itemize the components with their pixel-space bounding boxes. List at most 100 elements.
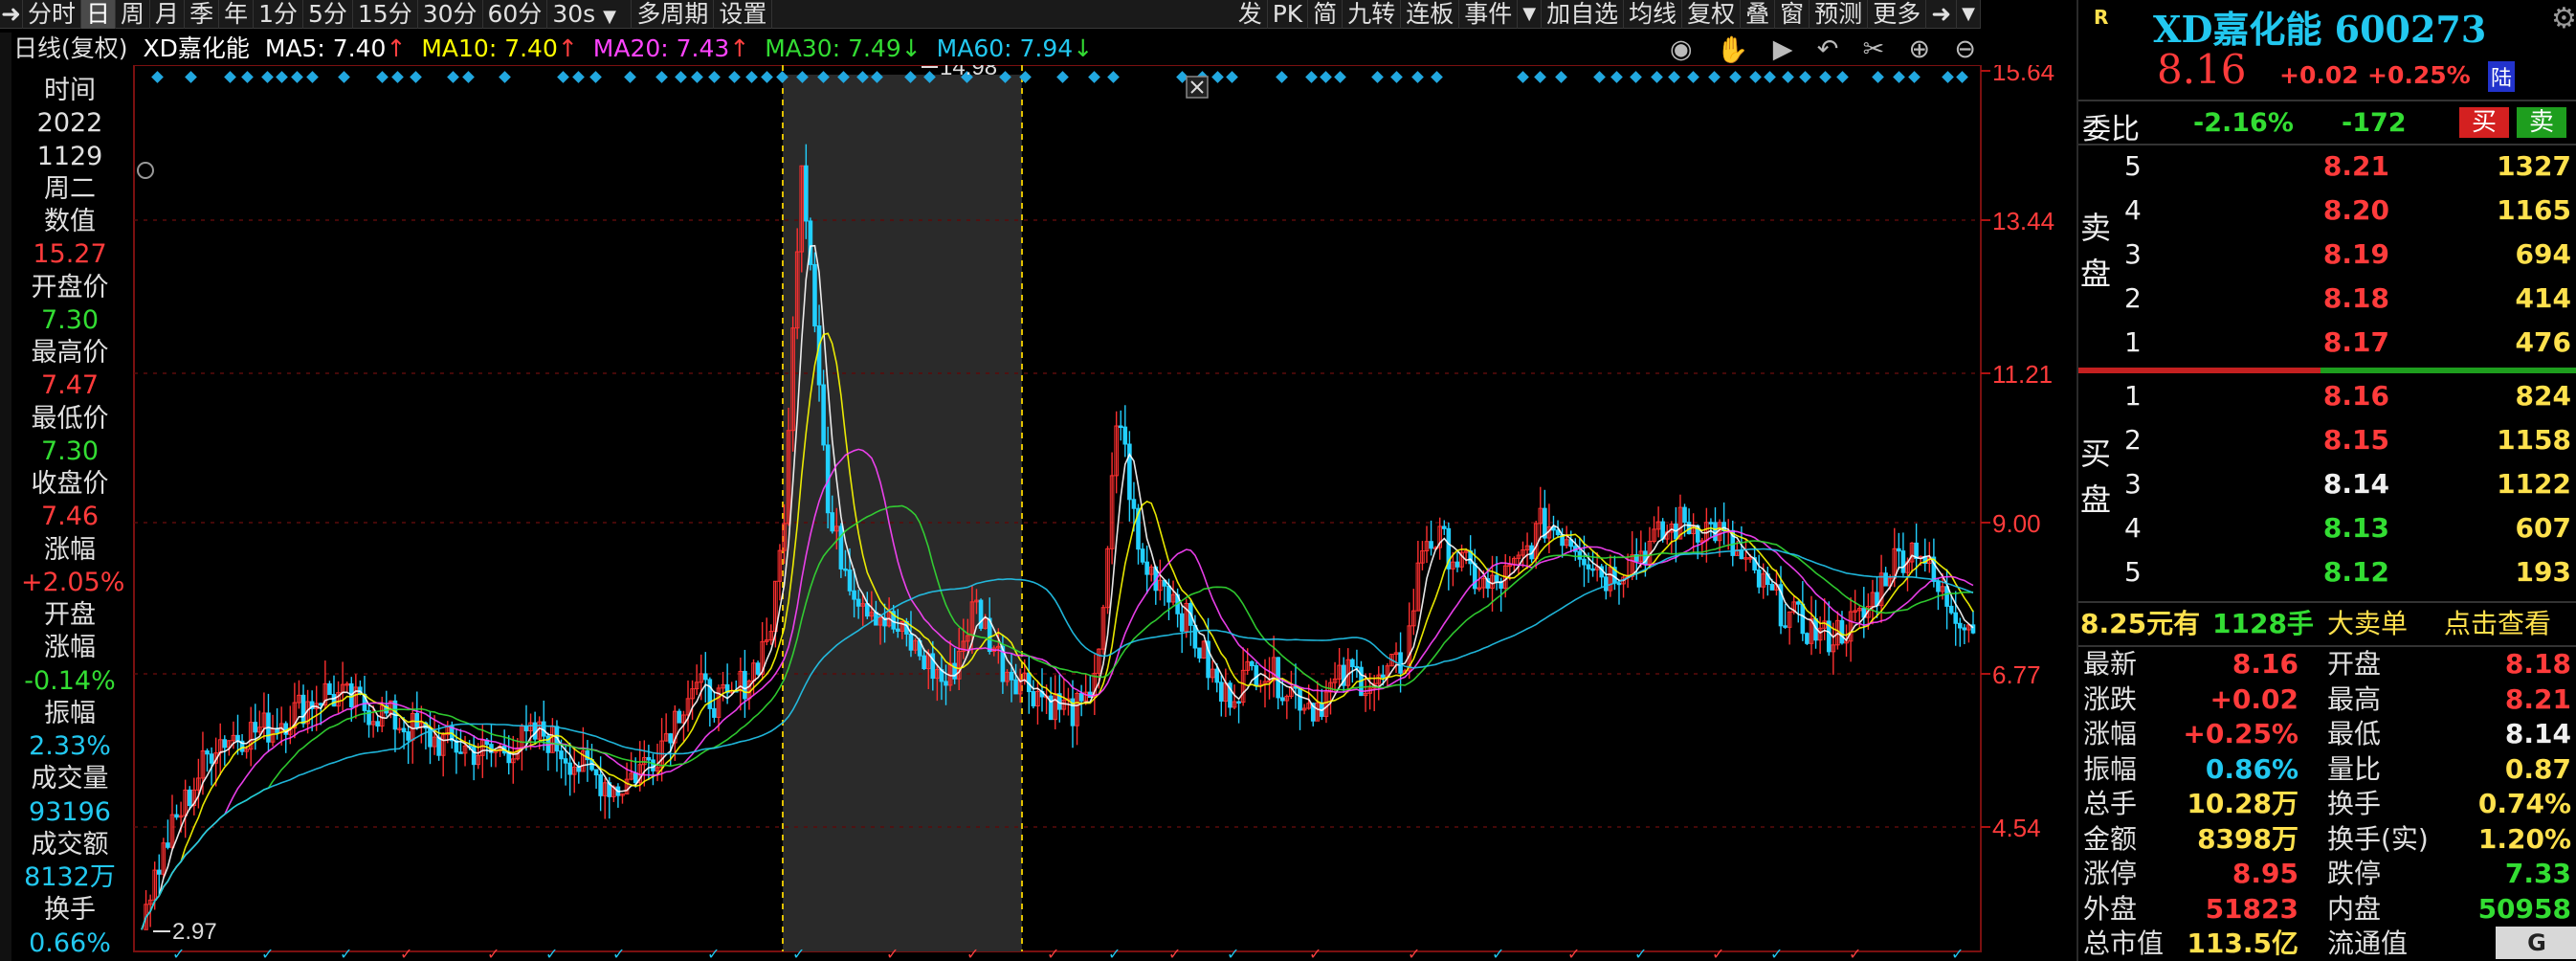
tab-daily[interactable]: 日	[81, 0, 117, 29]
level-price: 8.14	[2322, 468, 2389, 500]
tab-yearly[interactable]: 年	[219, 0, 255, 29]
event-marker	[1320, 71, 1332, 83]
stock-app-window: { "toolbar": { "left_items": ["分时","日","…	[0, 0, 2576, 961]
chart-tools: ◉ ✋ ▶ ↶ ✂ ⊕ ⊖	[1670, 34, 1976, 65]
quote-label-right: 最低	[2327, 718, 2382, 749]
event-marker	[1651, 71, 1663, 83]
forecast-button[interactable]: 预测	[1810, 0, 1869, 29]
sell-button[interactable]: 卖	[2517, 107, 2566, 138]
current-price: 8.16	[2157, 46, 2247, 93]
view-details-link[interactable]: 点击查看	[2444, 605, 2551, 643]
bid-level-row[interactable]: 5 8.12 193	[2078, 551, 2576, 593]
event-marker	[499, 71, 511, 83]
toolbar-btn-lianban[interactable]: 连板	[1401, 0, 1460, 29]
eye-icon[interactable]: ◉	[1670, 34, 1693, 64]
bid-level-row[interactable]: 4 8.13 607	[2078, 507, 2576, 549]
candle-body	[523, 726, 529, 732]
event-marker	[557, 71, 569, 83]
candle-body	[1179, 613, 1185, 632]
event-marker	[1534, 71, 1546, 83]
level-price: 8.12	[2322, 556, 2389, 588]
tab-weekly[interactable]: 周	[116, 0, 151, 29]
quote-label-left: 最新	[2083, 648, 2138, 680]
level-price: 8.18	[2322, 282, 2389, 314]
quote-label-right: 跌停	[2327, 858, 2382, 889]
zoom-in-icon[interactable]: ⊕	[1908, 34, 1930, 64]
bottom-event-marker: ✓	[172, 947, 185, 961]
quote-value-left: 8.16	[2232, 648, 2298, 680]
candle-body	[1590, 568, 1595, 571]
candle-body	[327, 682, 332, 696]
toolbar-end-dropdown-icon[interactable]: ▼	[1957, 0, 1981, 29]
candle-body	[593, 769, 599, 776]
candle-body	[222, 739, 228, 749]
buy-button[interactable]: 买	[2459, 107, 2509, 138]
bid-level-row[interactable]: 3 8.14 1122	[2078, 463, 2576, 505]
quote-value-right: 8.18	[2504, 648, 2571, 680]
level-number: 3	[2124, 238, 2142, 270]
multi-period-button[interactable]: 多周期	[632, 0, 715, 29]
zoom-out-icon[interactable]: ⊖	[1954, 34, 1976, 64]
event-marker	[1799, 71, 1811, 83]
level-volume: 1158	[2497, 424, 2571, 456]
tab-60min[interactable]: 60分	[483, 0, 548, 29]
event-marker	[338, 71, 350, 83]
hand-icon[interactable]: ✋	[1717, 34, 1749, 65]
ask-level-row[interactable]: 5 8.21 1327	[2078, 145, 2576, 188]
more-button[interactable]: 更多	[1868, 0, 1927, 29]
candle-body	[1279, 697, 1285, 702]
event-marker	[572, 71, 585, 83]
period-select[interactable]: 30s ▼	[547, 0, 633, 29]
window-button[interactable]: 窗	[1775, 0, 1810, 29]
play-icon[interactable]: ▶	[1773, 34, 1793, 64]
ask-level-row[interactable]: 4 8.20 1165	[2078, 190, 2576, 232]
scissors-icon[interactable]: ✂	[1863, 34, 1885, 64]
candle-body	[852, 590, 856, 600]
price-change: +0.02	[2279, 61, 2359, 89]
tab-15min[interactable]: 15分	[353, 0, 418, 29]
quote-value-left: 10.28万	[2187, 788, 2298, 819]
big-order-text: 大卖单	[2327, 608, 2409, 639]
settings-button[interactable]: 设置	[714, 0, 773, 29]
toolbar-btn-event[interactable]: 事件	[1459, 0, 1519, 29]
bottom-event-marker: ✓	[400, 947, 412, 961]
event-marker	[589, 71, 602, 83]
kline-chart[interactable]: 15.64 13.44 11.21 9.00 6.77 4.54 14.98 2.97 ✓ ✓ ✓ ✓…	[0, 65, 2076, 961]
price-pct: +0.25%	[2367, 61, 2471, 89]
event-marker	[1517, 71, 1529, 83]
bid-level-row[interactable]: 1 8.16 824	[2078, 375, 2576, 417]
toolbar-btn-jian[interactable]: 简	[1308, 0, 1344, 29]
tab-1min[interactable]: 1分	[254, 0, 303, 29]
settings-gear-icon[interactable]: ⚙	[2551, 2, 2576, 35]
tab-monthly[interactable]: 月	[150, 0, 186, 29]
event-marker	[1305, 71, 1318, 83]
tab-quarterly[interactable]: 季	[185, 0, 220, 29]
ask-level-row[interactable]: 1 8.17 476	[2078, 322, 2576, 364]
toolbar-btn-pk[interactable]: PK	[1268, 0, 1309, 29]
toolbar-dropdown-icon[interactable]: ▼	[1518, 0, 1543, 29]
ma10-label: MA10: 7.40	[421, 34, 558, 62]
adjust-button[interactable]: 复权	[1682, 0, 1742, 29]
tab-30min[interactable]: 30分	[418, 0, 483, 29]
candle-body	[855, 598, 861, 607]
ask-level-row[interactable]: 2 8.18 414	[2078, 278, 2576, 320]
overlay-button[interactable]: 叠	[1741, 0, 1776, 29]
back-arrow-icon[interactable]: ➜	[0, 0, 23, 29]
tab-5min[interactable]: 5分	[303, 0, 353, 29]
exit-arrow-icon[interactable]: ➜	[1926, 0, 1958, 29]
chart-mode-label: 日线(复权)	[13, 34, 128, 62]
ma-button[interactable]: 均线	[1624, 0, 1683, 29]
undo-icon[interactable]: ↶	[1817, 34, 1839, 64]
candle-body	[755, 662, 761, 675]
toolbar-btn-fa[interactable]: 发	[1233, 0, 1268, 29]
ask-level-row[interactable]: 3 8.19 694	[2078, 234, 2576, 276]
level-price: 8.21	[2322, 150, 2389, 182]
candle-body	[1429, 541, 1433, 549]
toolbar-btn-jiuzhuan[interactable]: 九转	[1343, 0, 1402, 29]
candle-body	[702, 673, 708, 681]
tab-intraday[interactable]: 分时	[23, 0, 82, 29]
candle-body	[1948, 605, 1954, 614]
event-marker	[1276, 71, 1288, 83]
bid-level-row[interactable]: 2 8.15 1158	[2078, 419, 2576, 461]
add-watchlist-button[interactable]: 加自选	[1542, 0, 1625, 29]
